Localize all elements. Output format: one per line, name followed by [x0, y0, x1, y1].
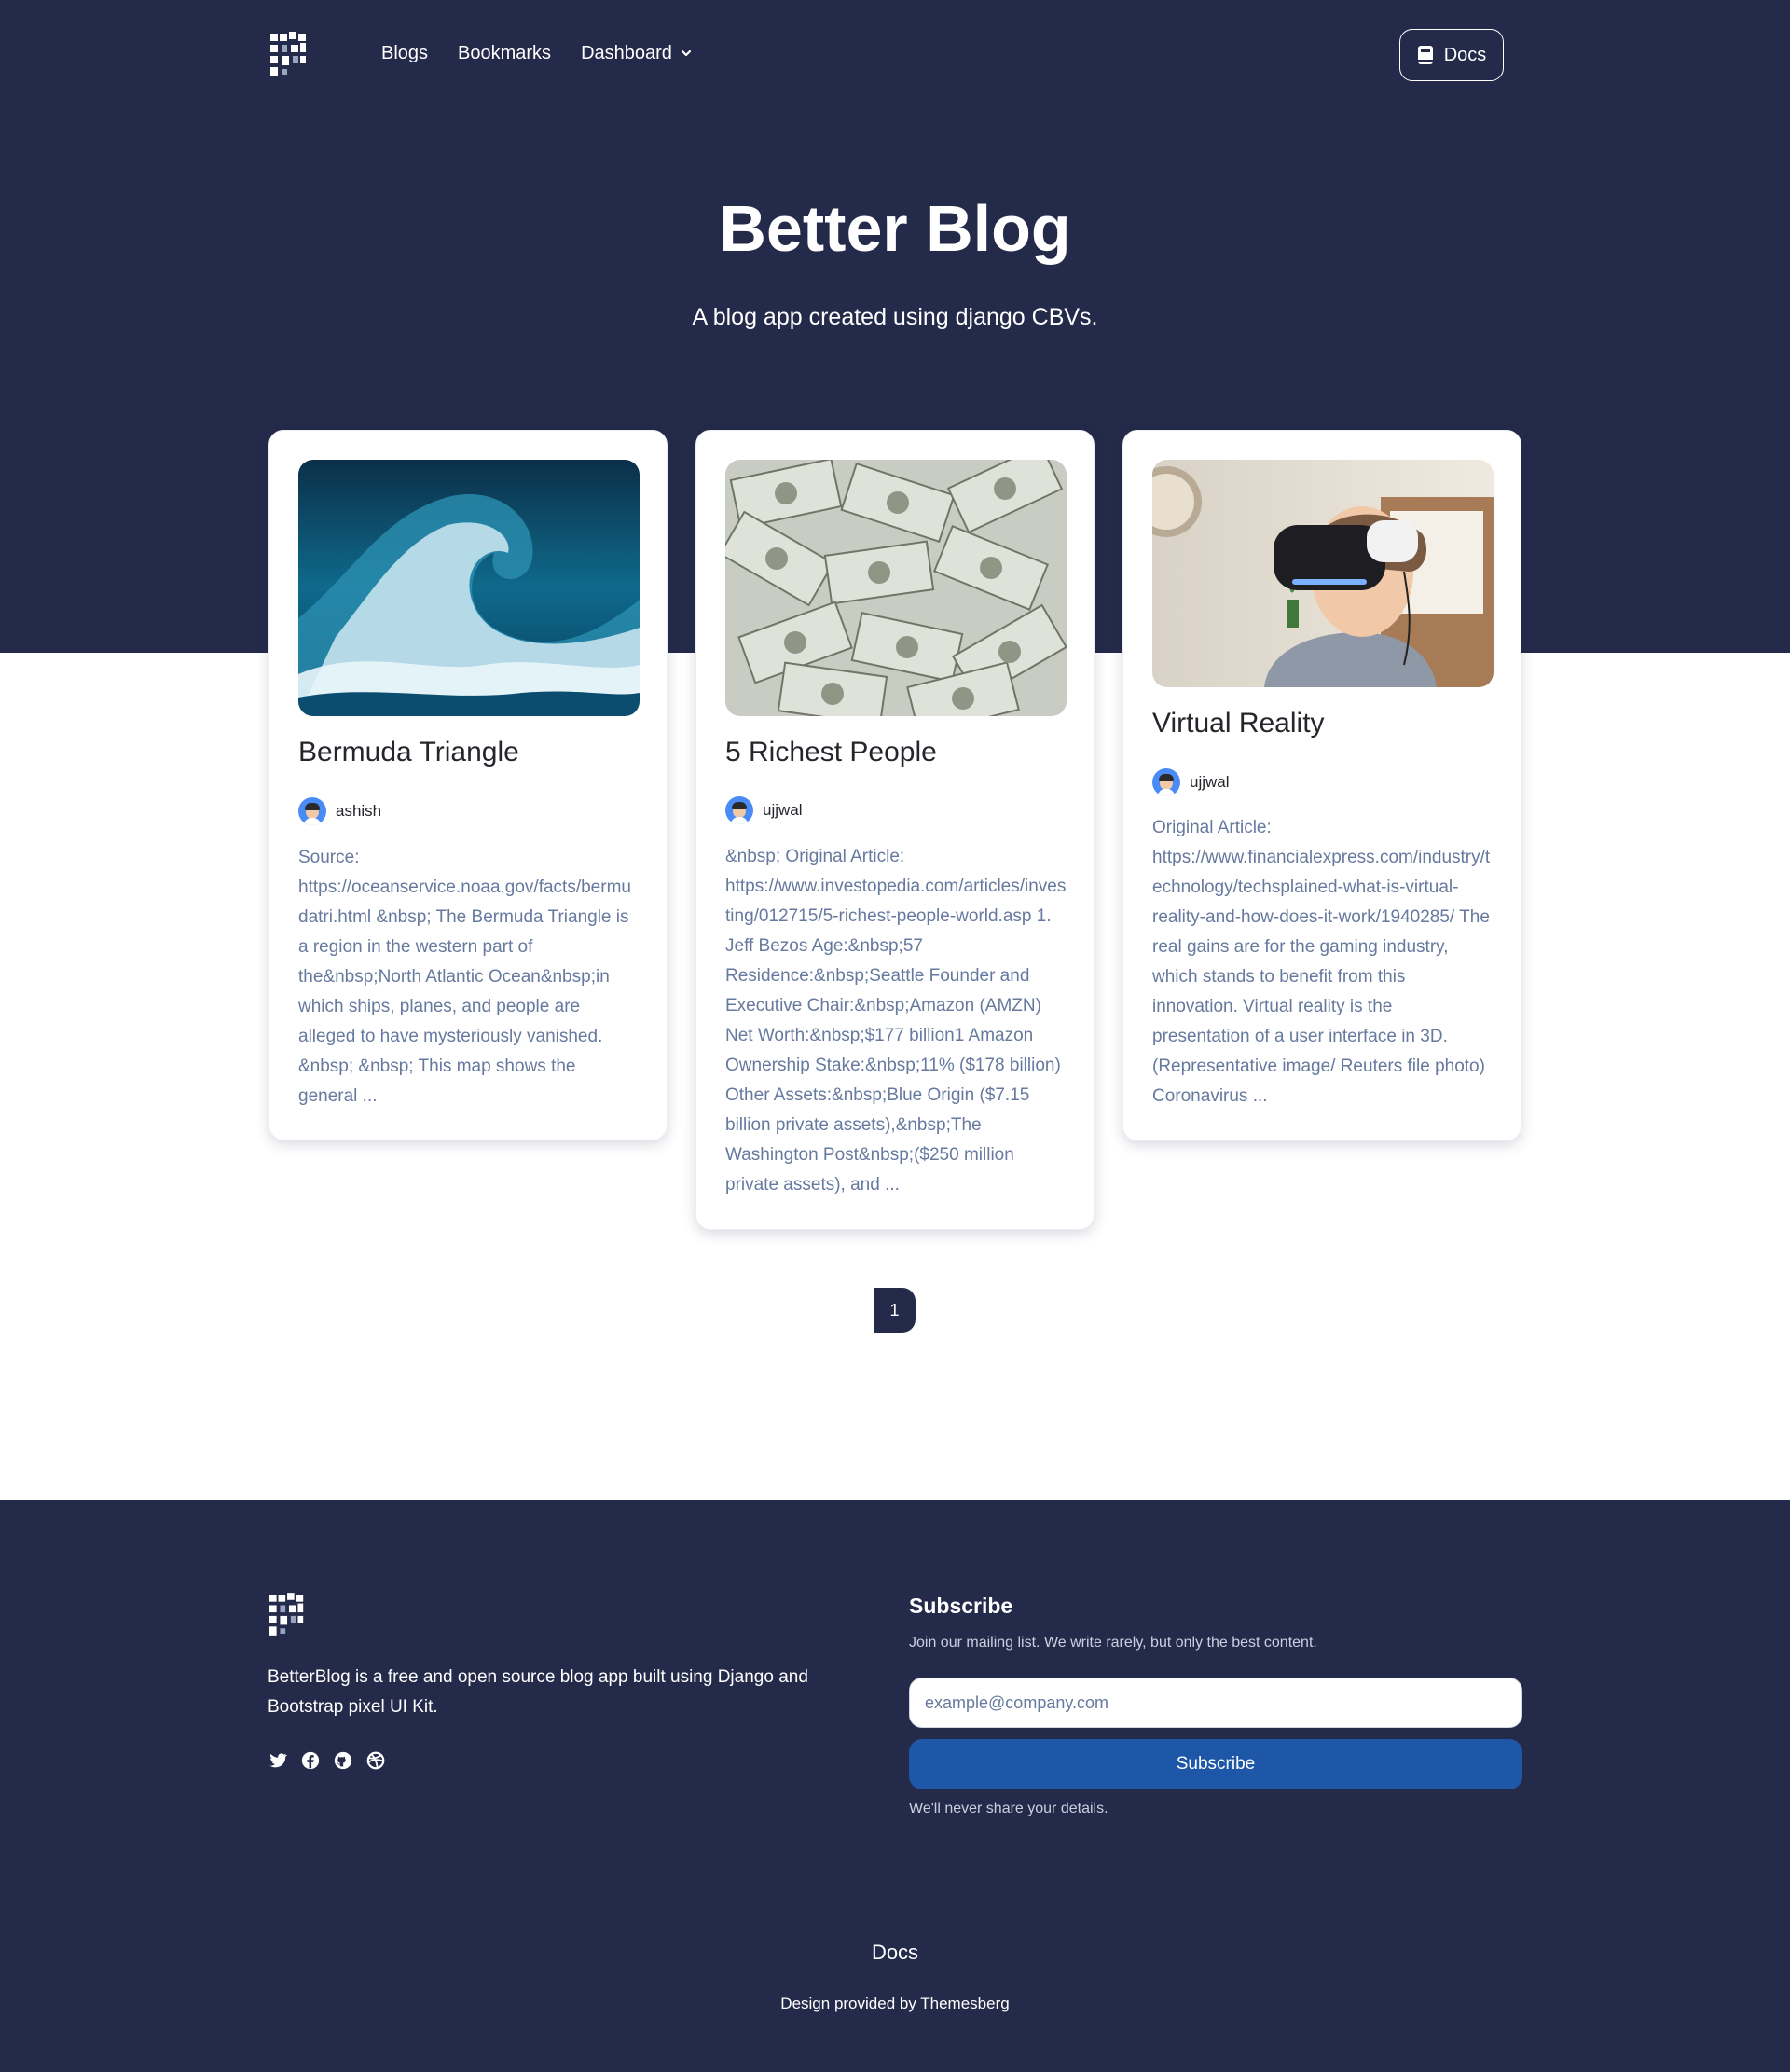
subscribe-description: Join our mailing list. We write rarely, …: [909, 1635, 1317, 1651]
footer: BetterBlog is a free and open source blo…: [0, 1500, 1790, 2072]
post-author[interactable]: ujjwal: [1152, 768, 1230, 796]
chevron-down-icon: [681, 49, 692, 57]
post-excerpt: Source: https://oceanservice.noaa.gov/fa…: [298, 848, 631, 1106]
post-title[interactable]: Virtual Reality: [1152, 705, 1325, 742]
dribbble-icon[interactable]: [365, 1750, 386, 1771]
social-links: [268, 1750, 386, 1771]
brand-logo[interactable]: [270, 32, 310, 76]
post-image-vr[interactable]: [1152, 460, 1494, 687]
footer-description: BetterBlog is a free and open source blo…: [268, 1667, 808, 1717]
footer-brand-logo[interactable]: [269, 1593, 307, 1636]
pagination-page-1[interactable]: 1: [874, 1288, 916, 1333]
blog-card-vr[interactable]: Virtual Reality ujjwal Original Article:…: [1122, 430, 1522, 1141]
author-name: ashish: [336, 802, 382, 820]
post-title[interactable]: Bermuda Triangle: [298, 734, 519, 771]
email-field[interactable]: [909, 1678, 1522, 1728]
docs-button-label: Docs: [1443, 44, 1487, 65]
nav-link-bookmarks[interactable]: Bookmarks: [458, 39, 551, 67]
post-image-wave[interactable]: [298, 460, 640, 716]
twitter-icon[interactable]: [268, 1750, 288, 1771]
credit-prefix: Design provided by: [780, 1995, 916, 2012]
avatar: [725, 796, 753, 824]
blog-card-bermuda[interactable]: Bermuda Triangle ashish Source: https://…: [268, 430, 668, 1140]
post-excerpt: &nbsp; Original Article: https://www.inv…: [725, 847, 1067, 1195]
subscribe-note: We'll never share your details.: [909, 1801, 1108, 1816]
footer-credit: Design provided by Themesberg: [0, 1995, 1790, 2013]
nav-link-blogs[interactable]: Blogs: [381, 39, 428, 67]
nav-link-label: Bookmarks: [458, 43, 552, 63]
post-title[interactable]: 5 Richest People: [725, 734, 937, 771]
navbar: Blogs Bookmarks Dashboard Docs: [0, 0, 1790, 112]
blog-card-richest[interactable]: 5 Richest People ujjwal &nbsp; Original …: [695, 430, 1095, 1230]
avatar: [298, 797, 326, 825]
book-icon: [1417, 46, 1433, 64]
page-title: Better Blog: [719, 192, 1071, 265]
post-excerpt: Original Article: https://www.financiale…: [1152, 818, 1491, 1106]
themesberg-link[interactable]: Themesberg: [920, 1995, 1009, 2012]
author-name: ujjwal: [763, 801, 803, 819]
facebook-icon[interactable]: [300, 1750, 321, 1771]
subscribe-button[interactable]: Subscribe: [909, 1739, 1522, 1789]
subscribe-title: Subscribe: [909, 1594, 1013, 1618]
avatar: [1152, 768, 1180, 796]
post-image-money[interactable]: [725, 460, 1067, 716]
post-author[interactable]: ashish: [298, 797, 381, 825]
post-author[interactable]: ujjwal: [725, 796, 803, 824]
nav-link-label: Blogs: [381, 43, 429, 63]
docs-button[interactable]: Docs: [1399, 29, 1504, 81]
author-name: ujjwal: [1190, 773, 1230, 791]
github-icon[interactable]: [333, 1750, 353, 1771]
nav-link-dashboard[interactable]: Dashboard: [581, 39, 693, 67]
page-subtitle: A blog app created using django CBVs.: [692, 304, 1098, 330]
nav-links: Blogs Bookmarks Dashboard: [381, 39, 693, 67]
footer-docs-link[interactable]: Docs: [0, 1941, 1790, 1965]
nav-link-label: Dashboard: [581, 43, 672, 63]
